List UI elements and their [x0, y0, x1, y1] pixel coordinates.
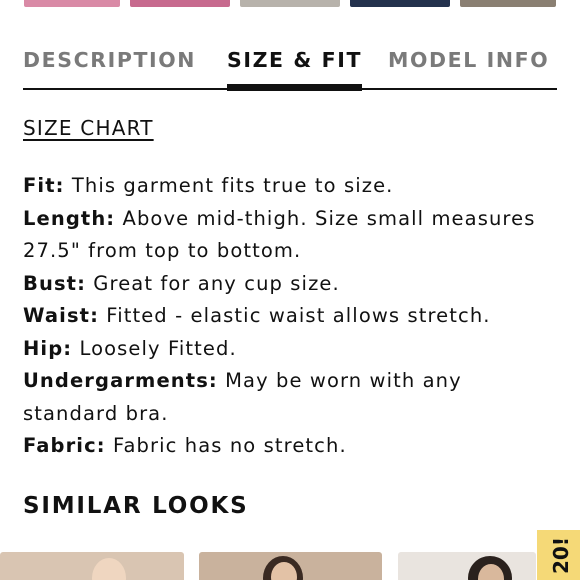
- tab-size-fit[interactable]: SIZE & FIT: [227, 40, 363, 91]
- spec-waist: Waist: Fitted - elastic waist allows str…: [23, 300, 543, 333]
- spec-text: Fitted - elastic waist allows stretch.: [106, 304, 491, 327]
- spec-label: Fit:: [23, 174, 65, 197]
- spec-length: Length: Above mid-thigh. Size small meas…: [23, 203, 543, 268]
- spec-label: Waist:: [23, 304, 99, 327]
- spec-label: Undergarments:: [23, 369, 218, 392]
- similar-looks-heading: SIMILAR LOOKS: [23, 493, 249, 519]
- product-thumbnail[interactable]: [240, 0, 340, 7]
- spec-label: Bust:: [23, 271, 86, 295]
- product-thumbnail[interactable]: [460, 0, 556, 7]
- product-thumbnail[interactable]: [350, 0, 450, 7]
- similar-look-card[interactable]: [0, 552, 184, 580]
- product-thumbnail[interactable]: [24, 0, 120, 7]
- spec-text: Fabric has no stretch.: [112, 434, 347, 457]
- product-thumbnail-strip: [0, 0, 580, 8]
- spec-label: Fabric:: [23, 434, 106, 457]
- spec-fabric: Fabric: Fabric has no stretch.: [23, 430, 543, 463]
- tab-description[interactable]: DESCRIPTION: [23, 40, 196, 86]
- product-thumbnail[interactable]: [130, 0, 230, 7]
- promo-side-tab[interactable]: 20!: [537, 530, 580, 580]
- similar-look-card[interactable]: [398, 552, 536, 580]
- spec-hip: Hip: Loosely Fitted.: [23, 333, 543, 366]
- product-info-tabs: DESCRIPTION SIZE & FIT MODEL INFO: [23, 40, 557, 91]
- spec-text: This garment fits true to size.: [71, 174, 394, 197]
- spec-label: Hip:: [23, 336, 73, 360]
- tab-model-info[interactable]: MODEL INFO: [388, 40, 549, 86]
- size-chart-link[interactable]: SIZE CHART: [23, 116, 154, 140]
- similar-look-card[interactable]: [199, 552, 382, 580]
- spec-undergarments: Undergarments: May be worn with any stan…: [23, 365, 543, 430]
- spec-text: Great for any cup size.: [93, 271, 340, 295]
- spec-fit: Fit: This garment fits true to size.: [23, 170, 543, 203]
- size-fit-details: Fit: This garment fits true to size. Len…: [23, 170, 543, 463]
- model-photo: [92, 558, 126, 580]
- spec-label: Length:: [23, 206, 116, 230]
- spec-text: Loosely Fitted.: [79, 336, 237, 360]
- promo-tab-text: 20!: [549, 537, 573, 574]
- spec-bust: Bust: Great for any cup size.: [23, 268, 543, 301]
